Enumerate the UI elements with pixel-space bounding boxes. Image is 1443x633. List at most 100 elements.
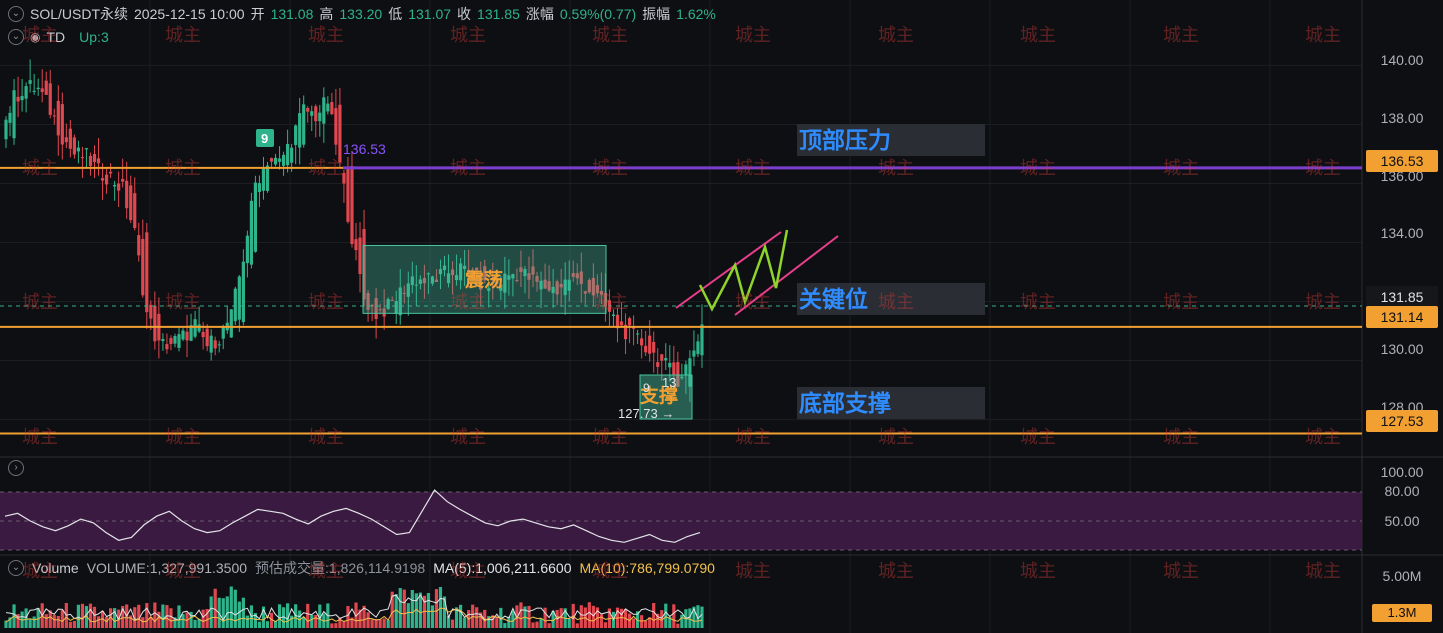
candle-body bbox=[700, 324, 704, 356]
volume-bar bbox=[241, 597, 245, 628]
candle-body bbox=[60, 104, 64, 145]
volume-bar bbox=[221, 598, 225, 628]
volume-bar bbox=[80, 603, 85, 628]
volume-bar bbox=[302, 617, 306, 628]
candle-body bbox=[692, 350, 696, 357]
candle-body bbox=[306, 108, 310, 112]
low-price-marker: 127.73 → bbox=[618, 406, 674, 421]
current-price-tag[interactable]: 131.85 bbox=[1366, 286, 1438, 308]
volume-bar bbox=[153, 602, 157, 628]
collapse-icon[interactable]: ⌄ bbox=[8, 560, 24, 576]
top-pressure-value: 136.53 bbox=[343, 141, 386, 157]
eye-icon[interactable]: ◉ bbox=[30, 30, 40, 44]
candle-body bbox=[342, 172, 346, 184]
candle-body bbox=[302, 104, 306, 145]
candle-body bbox=[161, 339, 165, 342]
candle-body bbox=[644, 345, 648, 353]
volume-bar bbox=[495, 616, 499, 628]
volume-current-tag: 1.3M bbox=[1372, 604, 1432, 622]
volume-bar bbox=[310, 614, 314, 628]
top-pressure-label[interactable]: 顶部压力 bbox=[797, 124, 985, 156]
candle-body bbox=[173, 336, 177, 344]
candle-body bbox=[640, 338, 644, 346]
volume-bar bbox=[233, 589, 237, 628]
candle-body bbox=[261, 167, 266, 191]
volume-bar bbox=[366, 612, 370, 628]
volume-title[interactable]: Volume bbox=[32, 560, 79, 576]
candle-body bbox=[354, 239, 358, 251]
rsi-tick: 80.00 bbox=[1384, 483, 1420, 499]
volume-bar bbox=[161, 604, 165, 628]
volume-bar bbox=[539, 618, 543, 628]
volume-bar bbox=[76, 604, 81, 628]
candle-body bbox=[56, 100, 60, 136]
ma10-value: MA(10):786,799.0790 bbox=[579, 560, 715, 576]
support-price-tag[interactable]: 127.53 bbox=[1366, 410, 1438, 432]
td-9-label: 9 bbox=[261, 131, 268, 146]
volume-bar bbox=[56, 615, 60, 628]
candle-body bbox=[326, 103, 330, 112]
volume-bar bbox=[676, 623, 680, 628]
volume-bar bbox=[265, 621, 270, 628]
volume-bar bbox=[398, 588, 402, 628]
indicator-name[interactable]: TD bbox=[46, 29, 65, 45]
candle-body bbox=[627, 318, 632, 326]
volume-tick: 5.00M bbox=[1382, 568, 1422, 584]
volume-bar bbox=[688, 608, 692, 628]
amplitude-label: 振幅 bbox=[642, 6, 671, 22]
candle-body bbox=[32, 90, 36, 92]
collapse-icon[interactable]: ⌄ bbox=[8, 29, 24, 45]
candle-body bbox=[338, 104, 342, 163]
candle-body bbox=[48, 83, 52, 115]
volume-bar bbox=[245, 615, 249, 628]
candle-body bbox=[28, 80, 32, 84]
candle-body bbox=[310, 111, 314, 116]
volume-bar bbox=[644, 620, 648, 628]
volume-bar bbox=[44, 614, 48, 628]
open-value: 131.08 bbox=[270, 6, 314, 22]
volume-bar bbox=[209, 596, 213, 628]
symbol-label[interactable]: SOL/USDT永续 bbox=[30, 4, 128, 24]
estimated-volume: 预估成交量:1,826,114.9198 bbox=[255, 560, 426, 576]
change-label: 涨幅 bbox=[525, 6, 554, 22]
volume-bar bbox=[141, 617, 145, 628]
candle-body bbox=[277, 158, 282, 162]
rsi-panel bbox=[0, 489, 1362, 551]
expand-icon[interactable]: › bbox=[8, 460, 24, 476]
bottom-support-label[interactable]: 底部支撑 bbox=[797, 387, 985, 419]
ma5-value: MA(5):1,006,211.6600 bbox=[433, 560, 572, 576]
candle-body bbox=[96, 158, 101, 164]
volume-bar bbox=[28, 619, 32, 628]
volume-bar bbox=[378, 619, 382, 628]
candle-body bbox=[177, 334, 181, 348]
volume-bar bbox=[314, 614, 318, 628]
key-level-label[interactable]: 关键位 bbox=[797, 283, 985, 315]
key-level-price-tag[interactable]: 131.14 bbox=[1366, 306, 1438, 328]
amplitude-value: 1.62% bbox=[676, 6, 716, 22]
volume-bar bbox=[277, 604, 282, 628]
volume-bar bbox=[290, 615, 294, 628]
drawing-tools: 震荡支撑127.73 →1399 bbox=[256, 129, 839, 421]
candle-body bbox=[684, 364, 688, 376]
volume-bar bbox=[229, 586, 233, 628]
candle-body bbox=[129, 185, 133, 221]
candle-body bbox=[125, 180, 129, 209]
top-pressure-price-tag[interactable]: 136.53 bbox=[1366, 150, 1438, 172]
collapse-icon[interactable]: ⌄ bbox=[8, 6, 24, 22]
volume-bar bbox=[587, 602, 591, 628]
candle-body bbox=[149, 304, 153, 319]
candle-body bbox=[334, 108, 338, 145]
volume-bar bbox=[438, 586, 443, 628]
candle-body bbox=[145, 232, 149, 313]
candle-body bbox=[237, 276, 241, 320]
volume-bar bbox=[386, 619, 390, 628]
volume-bar bbox=[181, 614, 185, 628]
price-chart[interactable]: 136.53 震荡支撑127.73 →1399 bbox=[0, 0, 1443, 633]
high-value: 133.20 bbox=[339, 6, 383, 22]
candle-body bbox=[137, 235, 141, 256]
volume-bar bbox=[619, 608, 624, 628]
volume-bar bbox=[567, 618, 571, 628]
candle-body bbox=[197, 324, 201, 332]
open-label: 开 bbox=[250, 6, 265, 22]
candle-body bbox=[201, 331, 205, 338]
